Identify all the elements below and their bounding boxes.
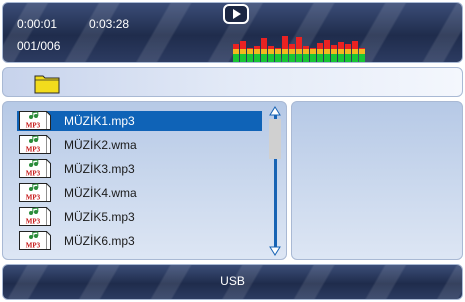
folder-path-bar (2, 67, 463, 97)
mp3-file-icon: MP3 (19, 159, 51, 178)
mp3-icon-text: MP3 (26, 242, 41, 250)
equalizer-bar (317, 43, 323, 62)
mp3-file-icon: MP3 (19, 183, 51, 202)
equalizer-bar (331, 45, 337, 62)
file-list-panel: MP3 MÜZİK1.mp3 MP3 MÜZİK2.wma MP3 MÜZİK3.mp3 M… (2, 101, 287, 260)
scrollbar[interactable] (269, 106, 281, 256)
equalizer-bar (359, 48, 365, 62)
file-name: MÜZİK1.mp3 (64, 114, 135, 128)
equalizer-bar (233, 44, 239, 62)
file-name: MÜZİK5.mp3 (64, 210, 135, 224)
source-bar: USB (2, 264, 463, 300)
equalizer-bar (324, 40, 330, 62)
equalizer-bar (254, 46, 260, 62)
list-item[interactable]: MP3 MÜZİK1.mp3 (17, 111, 262, 131)
folder-icon[interactable] (34, 73, 60, 94)
mp3-icon-text: MP3 (26, 146, 41, 154)
equalizer-bar (282, 36, 288, 62)
source-label: USB (220, 274, 245, 288)
scrollbar-thumb[interactable] (269, 119, 281, 159)
equalizer-bar (345, 44, 351, 62)
equalizer-bar (289, 44, 295, 62)
equalizer-bar (310, 48, 316, 62)
mp3-icon-text: MP3 (26, 218, 41, 226)
equalizer-bar (275, 48, 281, 62)
track-info-panel (291, 101, 463, 260)
list-item[interactable]: MP3 MÜZİK2.wma (17, 135, 262, 155)
status-bar: 0:00:01 0:03:28 001/006 (2, 2, 463, 63)
track-counter: 001/006 (17, 39, 61, 53)
mp3-icon-text: MP3 (26, 122, 41, 130)
total-time: 0:03:28 (89, 17, 130, 31)
file-name: MÜZİK6.mp3 (64, 234, 135, 248)
equalizer-bar (268, 46, 274, 62)
mp3-file-icon: MP3 (19, 231, 51, 250)
list-item[interactable]: MP3 MÜZİK5.mp3 (17, 207, 262, 227)
file-name: MÜZİK3.mp3 (64, 162, 135, 176)
equalizer-bar (247, 48, 253, 62)
file-name: MÜZİK2.wma (64, 138, 137, 152)
scroll-down-arrow-icon[interactable] (269, 246, 281, 256)
equalizer-bar (261, 38, 267, 62)
list-item[interactable]: MP3 MÜZİK3.mp3 (17, 159, 262, 179)
mp3-file-icon: MP3 (19, 135, 51, 154)
mp3-file-icon: MP3 (19, 111, 51, 130)
equalizer-bar (303, 46, 309, 62)
equalizer-bar (296, 37, 302, 62)
list-item[interactable]: MP3 MÜZİK6.mp3 (17, 231, 262, 251)
scroll-up-arrow-icon[interactable] (269, 106, 281, 116)
equalizer-visualizer (233, 3, 375, 62)
equalizer-bar (240, 41, 246, 62)
mp3-file-icon: MP3 (19, 207, 51, 226)
equalizer-bar (352, 41, 358, 62)
equalizer-bar (338, 42, 344, 62)
list-item[interactable]: MP3 MÜZİK4.wma (17, 183, 262, 203)
mp3-icon-text: MP3 (26, 170, 41, 178)
file-name: MÜZİK4.wma (64, 186, 137, 200)
mp3-icon-text: MP3 (26, 194, 41, 202)
elapsed-time: 0:00:01 (17, 17, 58, 31)
